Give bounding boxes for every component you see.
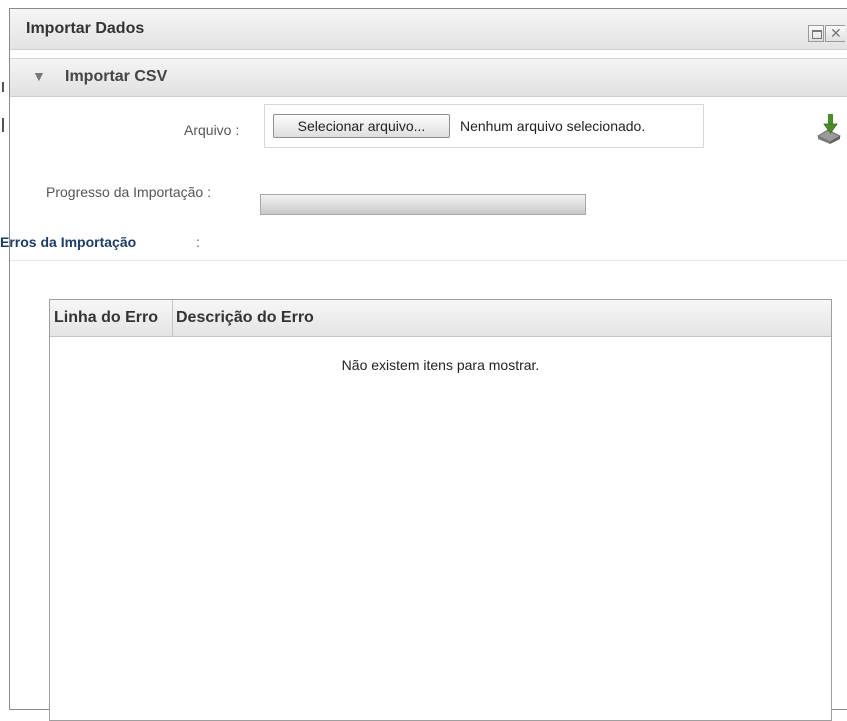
edge-mark xyxy=(2,118,4,132)
window-title: Importar Dados xyxy=(26,20,145,37)
divider xyxy=(10,260,847,261)
close-icon[interactable]: ✕ xyxy=(825,25,845,42)
grid-header: Linha do Erro Descrição do Erro xyxy=(50,300,831,337)
chevron-down-icon[interactable]: ▼ xyxy=(32,68,46,84)
window-titlebar[interactable]: Importar Dados ✕ xyxy=(10,9,847,50)
import-dialog: Importar Dados ✕ ▼ Importar CSV Arquivo … xyxy=(0,8,847,721)
edge-mark xyxy=(2,82,4,92)
empty-message: Não existem itens para mostrar. xyxy=(341,357,540,373)
background-edge xyxy=(0,0,9,694)
download-icon[interactable] xyxy=(816,108,842,144)
errors-title-colon: : xyxy=(196,234,200,250)
column-header-line[interactable]: Linha do Erro xyxy=(50,300,173,336)
errors-grid: Linha do Erro Descrição do Erro Não exis… xyxy=(49,299,832,721)
file-status: Nenhum arquivo selecionado. xyxy=(460,118,646,134)
progress-label: Progresso da Importação : xyxy=(46,184,211,200)
file-input[interactable]: Selecionar arquivo... Nenhum arquivo sel… xyxy=(264,104,704,148)
column-header-description[interactable]: Descrição do Erro xyxy=(173,300,830,336)
import-progress-bar xyxy=(260,194,586,215)
panel-title: Importar CSV xyxy=(65,68,168,85)
errors-title: Erros da Importação xyxy=(0,234,137,250)
import-csv-panel-header[interactable]: ▼ Importar CSV xyxy=(10,58,847,97)
select-file-button[interactable]: Selecionar arquivo... xyxy=(273,114,450,138)
file-label: Arquivo : xyxy=(184,122,240,138)
maximize-icon[interactable] xyxy=(808,25,824,42)
